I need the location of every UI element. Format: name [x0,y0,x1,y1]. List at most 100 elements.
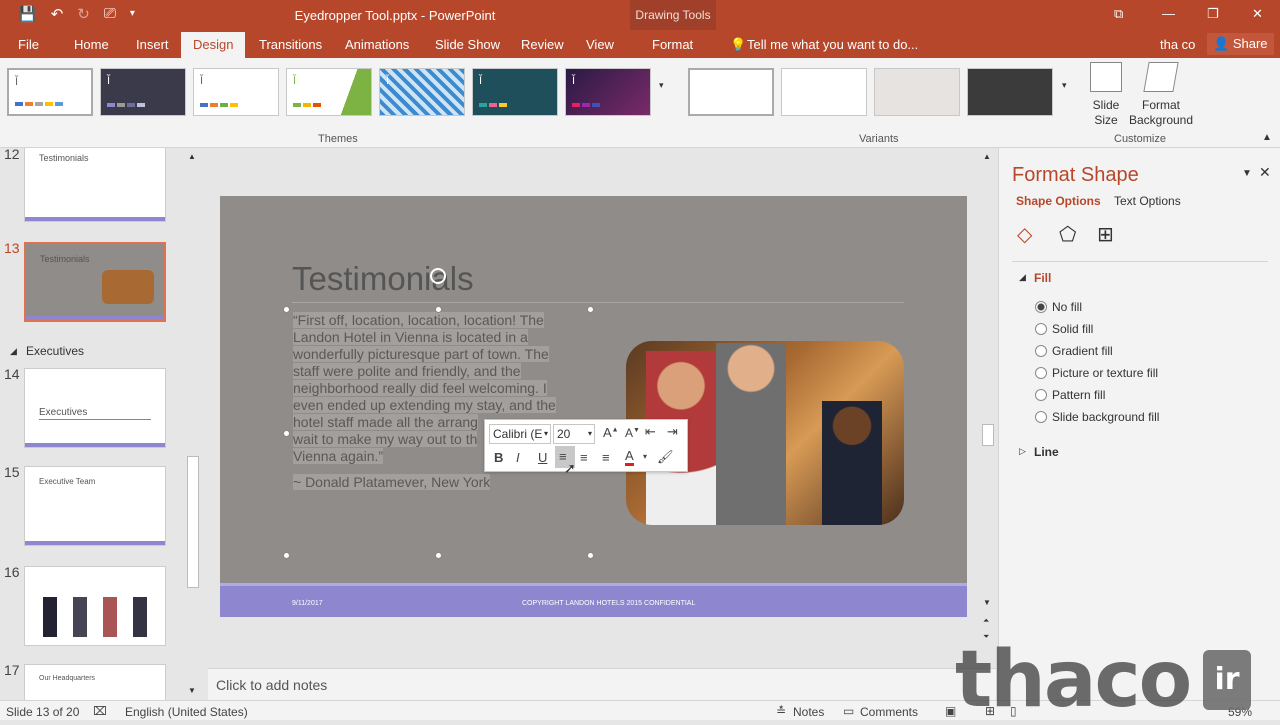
footer-copyright[interactable]: COPYRIGHT LANDON HOTELS 2015 CONFIDENTIA… [522,600,695,607]
slide-size-button[interactable]: Slide Size [1086,98,1126,128]
notes-pane[interactable]: Click to add notes [208,668,996,700]
variants-more-icon[interactable]: ▾ [1062,80,1067,91]
radio-solid-fill[interactable] [1035,323,1047,335]
expand-line-icon[interactable]: ▷ [1019,446,1026,457]
theme-teal[interactable]: Ĭ [472,68,558,116]
label-solid-fill[interactable]: Solid fill [1052,322,1093,336]
language-indicator[interactable]: English (United States) [125,705,248,719]
slide-thumb-16[interactable] [24,566,166,646]
scroll-down-icon[interactable]: ▼ [188,686,196,695]
theme-pattern[interactable]: Ĭ [379,68,465,116]
font-name-box[interactable]: Calibri (E ▾ [489,424,551,444]
theme-office[interactable]: Ĭ [7,68,93,116]
tab-insert[interactable]: Insert [136,37,169,52]
theme-green[interactable]: Ĭ [286,68,372,116]
testimonial-attribution[interactable]: ~ Donald Platamever, New York [293,474,491,490]
label-slide-background-fill[interactable]: Slide background fill [1052,410,1159,424]
format-background-button[interactable]: Format Background [1126,98,1196,128]
tab-file[interactable]: File [18,37,39,52]
slide-thumb-15[interactable]: Executive Team [24,466,166,546]
tab-transitions[interactable]: Transitions [259,37,322,52]
slide-thumb-13[interactable]: Testimonials [24,242,166,322]
chevron-down-icon[interactable]: ▾ [544,429,548,438]
slide-title[interactable]: Testimonials [292,260,474,298]
notes-icon[interactable]: ≛ [776,704,786,718]
section-collapse-icon[interactable]: ◢ [10,346,17,357]
fill-line-icon[interactable]: ◇ [1017,222,1032,247]
close-pane-icon[interactable]: ✕ [1259,164,1271,181]
slide-thumb-17[interactable]: Our Headquarters [24,664,166,700]
slide-thumb-14[interactable]: Executives [24,368,166,448]
label-picture-fill[interactable]: Picture or texture fill [1052,366,1158,380]
increase-font-size-icon[interactable]: A▲ [603,425,619,440]
chevron-down-icon[interactable]: ▾ [643,452,647,461]
slide-canvas[interactable]: Testimonials “First off, location, locat… [220,196,967,617]
thumbnails-scrollbar[interactable]: ▲ ▼ [186,150,200,698]
theme-facet[interactable]: Ĭ [193,68,279,116]
slide-size-icon[interactable] [1090,62,1122,92]
decrease-font-size-icon[interactable]: A▼ [625,426,640,440]
collapse-fill-icon[interactable]: ◢ [1019,272,1026,283]
variant-2[interactable] [781,68,867,116]
tab-slide-show[interactable]: Slide Show [435,37,500,52]
scroll-up-icon[interactable]: ▲ [188,152,196,161]
effects-icon[interactable]: ⬠ [1059,222,1076,247]
radio-pattern-fill[interactable] [1035,389,1047,401]
format-background-icon[interactable] [1143,62,1179,92]
italic-button[interactable]: I [516,450,520,465]
notes-button[interactable]: Notes [793,705,824,719]
line-section-header[interactable]: Line [1034,445,1059,459]
increase-indent-icon[interactable]: ⇥ [667,424,678,440]
chevron-down-icon[interactable]: ▾ [588,429,592,438]
collapse-ribbon-icon[interactable]: ▲ [1262,132,1272,143]
pane-options-icon[interactable]: ▼ [1242,168,1252,179]
scroll-thumb[interactable] [982,424,994,446]
resize-handle[interactable] [435,552,442,559]
label-gradient-fill[interactable]: Gradient fill [1052,344,1113,358]
tab-format[interactable]: Format [652,37,693,52]
variant-1[interactable] [688,68,774,116]
ribbon-display-options-icon[interactable]: ⧉ [1114,6,1123,22]
resize-handle[interactable] [283,552,290,559]
scroll-down-icon[interactable]: ▼ [983,598,991,607]
font-color-button[interactable]: A [625,449,634,466]
resize-handle[interactable] [283,430,290,437]
radio-slide-background-fill[interactable] [1035,411,1047,423]
align-right-icon[interactable]: ≡ [602,450,610,465]
radio-gradient-fill[interactable] [1035,345,1047,357]
scroll-thumb[interactable] [187,456,199,588]
underline-button[interactable]: U [538,450,547,465]
user-name[interactable]: tha co [1160,37,1195,52]
tell-me-search[interactable]: Tell me what you want to do... [747,37,918,52]
font-size-box[interactable]: 20 ▾ [553,424,595,444]
comments-icon[interactable]: ▭ [843,704,854,718]
minimize-button[interactable]: — [1162,6,1175,21]
rotate-handle-icon[interactable] [430,268,446,284]
scroll-up-icon[interactable]: ▲ [983,152,991,161]
label-no-fill[interactable]: No fill [1052,300,1082,314]
previous-slide-icon[interactable]: ⏶ [983,616,989,626]
tab-shape-options[interactable]: Shape Options [1016,194,1101,208]
resize-handle[interactable] [587,552,594,559]
tab-review[interactable]: Review [521,37,564,52]
radio-no-fill[interactable] [1035,301,1047,313]
tab-view[interactable]: View [586,37,614,52]
variant-3[interactable] [874,68,960,116]
tab-design[interactable]: Design [181,32,246,58]
restore-button[interactable]: ❐ [1207,6,1219,22]
radio-picture-fill[interactable] [1035,367,1047,379]
label-pattern-fill[interactable]: Pattern fill [1052,388,1105,402]
size-properties-icon[interactable]: ⊞ [1097,222,1114,247]
footer-date[interactable]: 9/11/2017 [292,600,323,607]
align-center-icon[interactable]: ≡ [580,450,588,465]
tab-home[interactable]: Home [74,37,109,52]
format-painter-icon[interactable]: 🖌 [657,449,674,465]
theme-purple[interactable]: Ĭ [565,68,651,116]
close-window-button[interactable]: ✕ [1252,6,1263,22]
slide-scrollbar[interactable]: ▲ ▼ ⏶ ⏷ [980,150,996,662]
resize-handle[interactable] [283,306,290,313]
theme-dark[interactable]: Ĭ [100,68,186,116]
spell-check-icon[interactable]: ⌧ [93,704,107,718]
tab-text-options[interactable]: Text Options [1114,194,1181,208]
tab-animations[interactable]: Animations [345,37,409,52]
